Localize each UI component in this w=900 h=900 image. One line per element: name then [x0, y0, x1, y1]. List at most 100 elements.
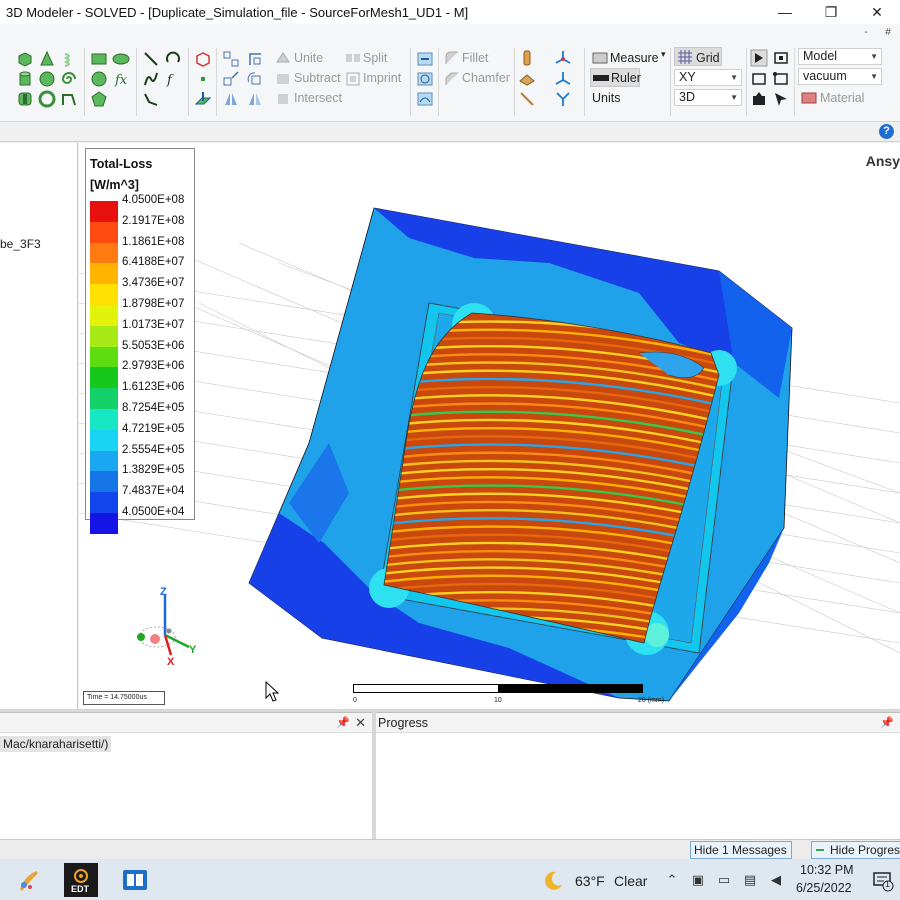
cs-axes-icon[interactable]: [554, 49, 572, 67]
select-edges-icon[interactable]: [750, 70, 768, 88]
thicken-icon[interactable]: [416, 70, 434, 88]
region-icon[interactable]: [194, 50, 212, 68]
polyline-icon[interactable]: [142, 90, 160, 108]
battery-icon[interactable]: ▭: [716, 872, 732, 888]
spline-icon[interactable]: [142, 70, 160, 88]
moon-weather-icon[interactable]: [542, 870, 564, 892]
plane-icon[interactable]: [194, 90, 212, 108]
imprint-button[interactable]: Imprint: [363, 71, 401, 85]
sweep-icon[interactable]: [416, 50, 434, 68]
legend-value: 1.0173E+07: [122, 318, 185, 331]
split-button[interactable]: Split: [363, 51, 387, 65]
torus-icon[interactable]: [16, 90, 34, 108]
rotate-icon[interactable]: [246, 70, 264, 88]
equation-curve-icon[interactable]: fx: [112, 70, 130, 88]
grid-plane-dropdown[interactable]: XY ▼: [674, 69, 742, 86]
split-icon[interactable]: [344, 49, 362, 67]
weather-description[interactable]: Clear: [614, 873, 647, 889]
rectangle-icon[interactable]: [90, 50, 108, 68]
unite-button[interactable]: Unite: [294, 51, 323, 65]
relative-cs-icon[interactable]: [246, 50, 264, 68]
intersect-button[interactable]: Intersect: [294, 91, 342, 105]
subtract-icon[interactable]: [274, 70, 292, 88]
face-cs-icon[interactable]: [554, 70, 572, 88]
measure-button[interactable]: Measure: [610, 51, 659, 65]
chamfer-button[interactable]: Chamfer: [462, 71, 510, 85]
help-icon[interactable]: ?: [879, 124, 894, 139]
taskbar-time[interactable]: 10:32 PM: [800, 863, 854, 877]
cone-icon[interactable]: [38, 50, 56, 68]
paint-app-icon[interactable]: [12, 863, 46, 897]
ring-icon[interactable]: [38, 90, 56, 108]
ribbon-minimize-button[interactable]: -: [858, 27, 874, 41]
mirror-duplicate-icon[interactable]: [246, 90, 264, 108]
hide-messages-button[interactable]: Hide 1 Messages: [690, 841, 792, 859]
box-icon[interactable]: [16, 50, 34, 68]
unite-icon[interactable]: [274, 49, 292, 67]
subtract-button[interactable]: Subtract: [294, 71, 341, 85]
coil-terminal-icon[interactable]: [518, 49, 536, 67]
minimize-button[interactable]: —: [762, 0, 808, 24]
notifications-icon[interactable]: [872, 870, 894, 892]
wrap-icon[interactable]: [416, 90, 434, 108]
weather-temperature[interactable]: 63°F: [575, 873, 605, 889]
message-pin-icon[interactable]: 📌: [336, 713, 350, 733]
cylinder-icon[interactable]: [16, 70, 34, 88]
progress-panel-title: Progress: [378, 716, 429, 730]
ansys-edt-app-icon[interactable]: EDT: [64, 863, 98, 897]
fillet-button[interactable]: Fillet: [462, 51, 488, 65]
chevron-up-icon[interactable]: ⌃: [664, 872, 680, 888]
sphere-icon[interactable]: [38, 70, 56, 88]
3d-viewport[interactable]: Ansy Total-Loss [W/m^3] 4.0500E+08 2.1917…: [79, 143, 900, 709]
select-by-name-icon[interactable]: [750, 90, 768, 108]
mirror-icon[interactable]: [222, 90, 240, 108]
camera-icon[interactable]: ▣: [690, 872, 706, 888]
material-button[interactable]: Material: [820, 91, 864, 105]
taskbar-date[interactable]: 6/25/2022: [796, 881, 852, 895]
spiral-icon[interactable]: [60, 70, 78, 88]
move-icon[interactable]: [222, 70, 240, 88]
measure-dropdown-arrow[interactable]: ▾: [661, 49, 666, 60]
grid-mode-dropdown[interactable]: 3D ▼: [674, 89, 742, 106]
speaker-icon[interactable]: ◀: [768, 872, 784, 888]
ellipse-icon[interactable]: [112, 50, 130, 68]
sheet-icon[interactable]: [518, 70, 536, 88]
bondwire-icon[interactable]: [60, 90, 78, 108]
chamfer-icon[interactable]: [443, 70, 461, 88]
circle-icon[interactable]: [90, 70, 108, 88]
select-faces-icon[interactable]: [772, 49, 790, 67]
message-line[interactable]: Mac/knaraharisetti/): [0, 736, 112, 752]
polygon-icon[interactable]: [90, 90, 108, 108]
fillet-icon[interactable]: [443, 49, 461, 67]
line-icon[interactable]: [142, 50, 160, 68]
equation-line-icon[interactable]: f: [164, 70, 182, 88]
line-segment-icon[interactable]: [518, 90, 536, 108]
color-legend[interactable]: Total-Loss [W/m^3] 4.0500E+08 2.1917E+08 1…: [85, 148, 195, 534]
arc-icon[interactable]: [164, 50, 182, 68]
tree-item[interactable]: be_3F3: [0, 237, 41, 251]
select-objects-icon[interactable]: [750, 49, 768, 67]
restore-button[interactable]: ❐: [808, 0, 854, 24]
select-vertices-icon[interactable]: [772, 70, 790, 88]
helix-icon[interactable]: [60, 50, 78, 68]
network-icon[interactable]: ▤: [742, 872, 758, 888]
close-button[interactable]: ✕: [854, 0, 900, 24]
coordinate-system-icon[interactable]: [222, 50, 240, 68]
point-icon[interactable]: [194, 70, 212, 88]
progress-pin-icon[interactable]: 📌: [880, 713, 894, 733]
material-icon[interactable]: [800, 89, 818, 107]
hide-progress-button[interactable]: Hide Progress: [811, 841, 900, 859]
project-tree-panel: be_3F3: [0, 143, 78, 709]
units-button[interactable]: Units: [592, 91, 620, 105]
object-cs-icon[interactable]: [554, 90, 572, 108]
scale-bar: [353, 684, 643, 693]
intersect-icon[interactable]: [274, 90, 292, 108]
view-mode-dropdown[interactable]: Model ▼: [798, 48, 882, 65]
select-multi-icon[interactable]: [772, 90, 790, 108]
material-dropdown[interactable]: vacuum ▼: [798, 68, 882, 85]
measure-icon[interactable]: [591, 49, 609, 67]
imprint-icon[interactable]: [344, 70, 362, 88]
message-close-icon[interactable]: ✕: [355, 713, 366, 733]
remote-desktop-app-icon[interactable]: [118, 863, 152, 897]
ribbon-pin-button[interactable]: #: [880, 27, 896, 41]
